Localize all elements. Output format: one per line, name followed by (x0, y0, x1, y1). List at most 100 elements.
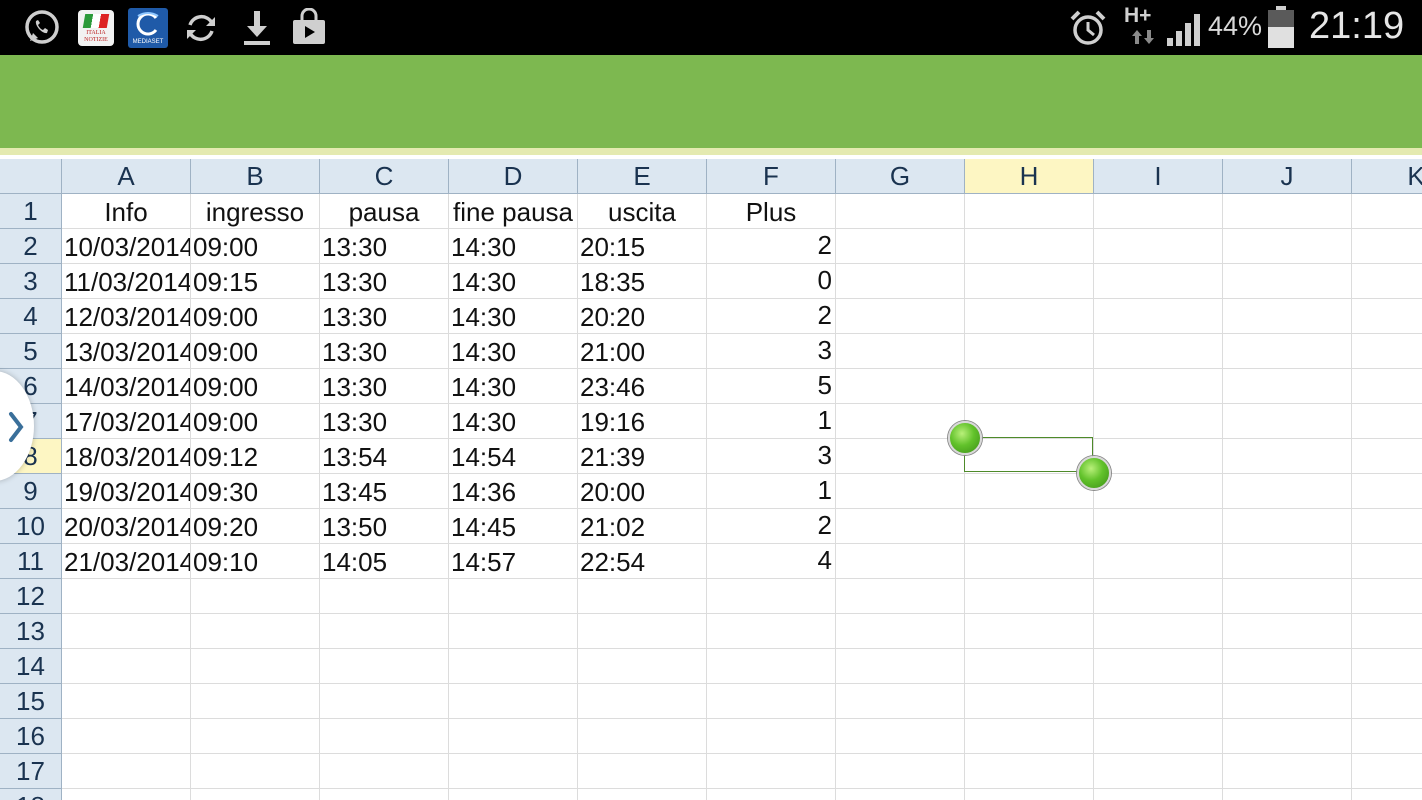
column-header-a[interactable]: A (62, 159, 191, 194)
cell-g2[interactable] (836, 229, 965, 264)
chevron-right-icon[interactable] (6, 410, 26, 444)
cell-g9[interactable] (836, 474, 965, 509)
cell-g7[interactable] (836, 404, 965, 439)
cell-e18[interactable] (578, 789, 707, 800)
cell-b5[interactable]: 09:00 (191, 334, 320, 369)
cell-g8[interactable] (836, 439, 965, 474)
cell-c7[interactable]: 13:30 (320, 404, 449, 439)
cell-g4[interactable] (836, 299, 965, 334)
cell-f18[interactable] (707, 789, 836, 800)
cell-k13[interactable] (1352, 614, 1422, 649)
cell-h6[interactable] (965, 369, 1094, 404)
row-header-9[interactable]: 9 (0, 474, 62, 509)
cell-j10[interactable] (1223, 509, 1352, 544)
cell-d10[interactable]: 14:45 (449, 509, 578, 544)
cell-g14[interactable] (836, 649, 965, 684)
cell-k7[interactable] (1352, 404, 1422, 439)
row-header-4[interactable]: 4 (0, 299, 62, 334)
cell-e12[interactable] (578, 579, 707, 614)
cell-d2[interactable]: 14:30 (449, 229, 578, 264)
cell-j3[interactable] (1223, 264, 1352, 299)
cell-f1[interactable]: Plus (707, 194, 836, 229)
cell-h17[interactable] (965, 754, 1094, 789)
cell-h11[interactable] (965, 544, 1094, 579)
cell-h10[interactable] (965, 509, 1094, 544)
cell-f17[interactable] (707, 754, 836, 789)
row-header-12[interactable]: 12 (0, 579, 62, 614)
cell-g3[interactable] (836, 264, 965, 299)
cell-a10[interactable]: 20/03/2014 (62, 509, 191, 544)
cell-h13[interactable] (965, 614, 1094, 649)
cell-k1[interactable] (1352, 194, 1422, 229)
cell-f5[interactable]: 3 (707, 334, 836, 369)
cell-c3[interactable]: 13:30 (320, 264, 449, 299)
cell-i7[interactable] (1094, 404, 1223, 439)
cell-c4[interactable]: 13:30 (320, 299, 449, 334)
cell-b16[interactable] (191, 719, 320, 754)
cell-c5[interactable]: 13:30 (320, 334, 449, 369)
cell-a15[interactable] (62, 684, 191, 719)
cell-f12[interactable] (707, 579, 836, 614)
cell-i16[interactable] (1094, 719, 1223, 754)
cell-e5[interactable]: 21:00 (578, 334, 707, 369)
row-header-11[interactable]: 11 (0, 544, 62, 579)
cell-a2[interactable]: 10/03/2014 (62, 229, 191, 264)
selection-handle-top-left[interactable] (948, 421, 982, 455)
cell-b15[interactable] (191, 684, 320, 719)
cell-f13[interactable] (707, 614, 836, 649)
row-header-16[interactable]: 16 (0, 719, 62, 754)
cell-h9[interactable] (965, 474, 1094, 509)
cell-c8[interactable]: 13:54 (320, 439, 449, 474)
cell-h12[interactable] (965, 579, 1094, 614)
cell-i4[interactable] (1094, 299, 1223, 334)
cell-d8[interactable]: 14:54 (449, 439, 578, 474)
cell-f11[interactable]: 4 (707, 544, 836, 579)
cell-k8[interactable] (1352, 439, 1422, 474)
cell-g17[interactable] (836, 754, 965, 789)
cell-e6[interactable]: 23:46 (578, 369, 707, 404)
cell-c18[interactable] (320, 789, 449, 800)
cell-d7[interactable]: 14:30 (449, 404, 578, 439)
cell-h5[interactable] (965, 334, 1094, 369)
cell-f4[interactable]: 2 (707, 299, 836, 334)
cell-c1[interactable]: pausa (320, 194, 449, 229)
cell-d3[interactable]: 14:30 (449, 264, 578, 299)
row-header-18[interactable]: 18 (0, 789, 62, 800)
cell-i10[interactable] (1094, 509, 1223, 544)
row-header-17[interactable]: 17 (0, 754, 62, 789)
cell-d12[interactable] (449, 579, 578, 614)
cell-k11[interactable] (1352, 544, 1422, 579)
cell-h1[interactable] (965, 194, 1094, 229)
cell-c9[interactable]: 13:45 (320, 474, 449, 509)
cell-c2[interactable]: 13:30 (320, 229, 449, 264)
cell-i5[interactable] (1094, 334, 1223, 369)
cell-j18[interactable] (1223, 789, 1352, 800)
cell-h2[interactable] (965, 229, 1094, 264)
cell-k2[interactable] (1352, 229, 1422, 264)
cell-b13[interactable] (191, 614, 320, 649)
cell-k17[interactable] (1352, 754, 1422, 789)
cell-j17[interactable] (1223, 754, 1352, 789)
cell-g13[interactable] (836, 614, 965, 649)
cell-a7[interactable]: 17/03/2014 (62, 404, 191, 439)
cell-i13[interactable] (1094, 614, 1223, 649)
cell-k3[interactable] (1352, 264, 1422, 299)
cell-j15[interactable] (1223, 684, 1352, 719)
cell-e2[interactable]: 20:15 (578, 229, 707, 264)
cell-a14[interactable] (62, 649, 191, 684)
cell-h14[interactable] (965, 649, 1094, 684)
cell-c10[interactable]: 13:50 (320, 509, 449, 544)
column-header-g[interactable]: G (836, 159, 965, 194)
cell-b6[interactable]: 09:00 (191, 369, 320, 404)
cell-g16[interactable] (836, 719, 965, 754)
cell-a16[interactable] (62, 719, 191, 754)
cell-b7[interactable]: 09:00 (191, 404, 320, 439)
row-header-15[interactable]: 15 (0, 684, 62, 719)
cell-b8[interactable]: 09:12 (191, 439, 320, 474)
cell-i18[interactable] (1094, 789, 1223, 800)
cell-a1[interactable]: Info (62, 194, 191, 229)
cell-a11[interactable]: 21/03/2014 (62, 544, 191, 579)
cell-b10[interactable]: 09:20 (191, 509, 320, 544)
cell-j11[interactable] (1223, 544, 1352, 579)
cell-k14[interactable] (1352, 649, 1422, 684)
